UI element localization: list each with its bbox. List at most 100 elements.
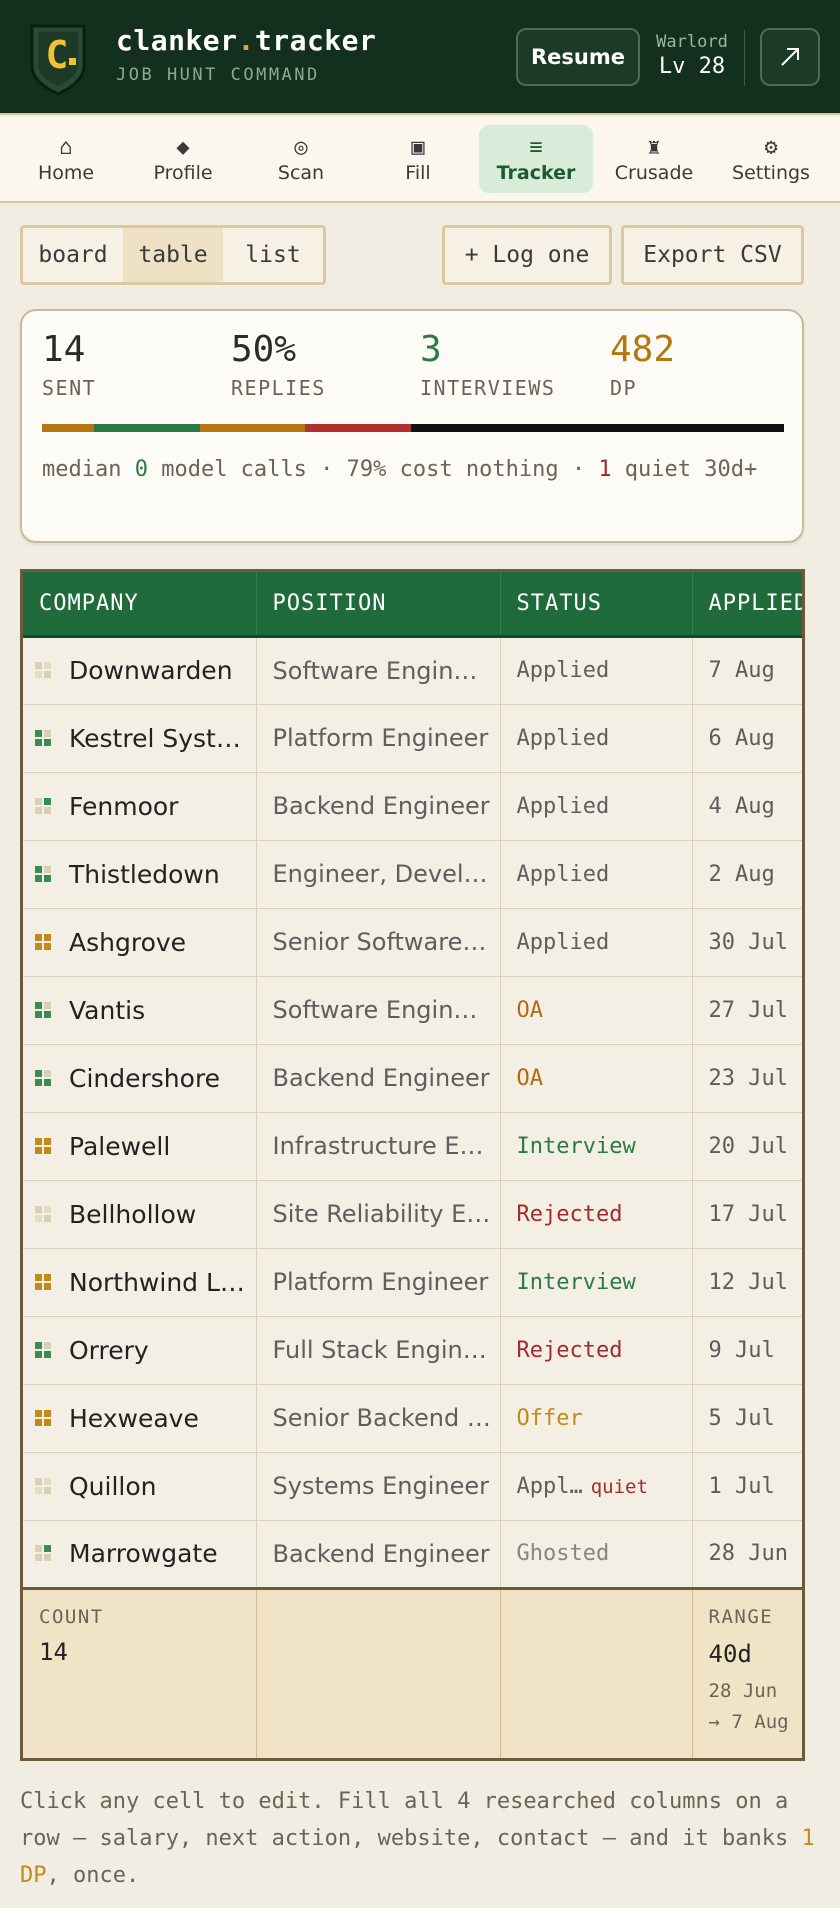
applied-date-cell[interactable]: 27 Jul bbox=[692, 976, 802, 1045]
company-cell[interactable]: Fenmoor bbox=[23, 772, 257, 841]
applied-date-cell[interactable]: 7 Aug bbox=[692, 636, 802, 705]
applied-date-cell[interactable]: 30 Jul bbox=[692, 908, 802, 977]
status-cell[interactable]: Rejected bbox=[500, 1316, 693, 1385]
position-cell[interactable]: Backend Engineer bbox=[256, 772, 501, 841]
status-label: Applied bbox=[516, 793, 610, 819]
applied-date-cell[interactable]: 12 Jul bbox=[692, 1248, 802, 1317]
status-cell[interactable]: OA bbox=[500, 1044, 693, 1113]
resume-button[interactable]: Resume bbox=[516, 28, 640, 86]
table-row[interactable]: Thistledown Engineer, Developer Applied 2 A… bbox=[23, 840, 802, 909]
nav-item-profile[interactable]: ◆ Profile bbox=[126, 125, 240, 193]
status-cell[interactable]: Applied bbox=[500, 840, 693, 909]
column-header-position[interactable]: POSITION bbox=[256, 572, 501, 638]
company-cell[interactable]: Northwind Labs bbox=[23, 1248, 257, 1317]
position-cell[interactable]: Senior Backend Engineer bbox=[256, 1384, 501, 1453]
status-marker-icon bbox=[35, 933, 53, 952]
position-cell[interactable]: Backend Engineer bbox=[256, 1520, 501, 1589]
status-cell[interactable]: Appl… quiet bbox=[500, 1452, 693, 1521]
table-row[interactable]: Hexweave Senior Backend Engineer Offer 5 Ju… bbox=[23, 1384, 802, 1453]
nav-item-label: Home bbox=[37, 162, 95, 184]
export-csv-button[interactable]: Export CSV bbox=[621, 225, 804, 285]
status-cell[interactable]: Applied bbox=[500, 704, 693, 773]
applied-date-cell[interactable]: 4 Aug bbox=[692, 772, 802, 841]
company-cell[interactable]: Cindershore bbox=[23, 1044, 257, 1113]
status-marker-icon bbox=[35, 1001, 53, 1020]
status-cell[interactable]: OA bbox=[500, 976, 693, 1045]
status-cell[interactable]: Applied bbox=[500, 908, 693, 977]
table-row[interactable]: Ashgrove Senior Software Engineer Applied 3… bbox=[23, 908, 802, 977]
status-marker-icon bbox=[35, 729, 53, 748]
position-cell[interactable]: Backend Engineer bbox=[256, 1044, 501, 1113]
company-cell[interactable]: Kestrel Systems bbox=[23, 704, 257, 773]
status-cell[interactable]: Ghosted bbox=[500, 1520, 693, 1589]
company-cell[interactable]: Downwarden bbox=[23, 636, 257, 705]
column-header-applied[interactable]: APPLIED bbox=[692, 572, 802, 638]
position-cell[interactable]: Full Stack Engineer bbox=[256, 1316, 501, 1385]
column-header-status[interactable]: STATUS bbox=[500, 572, 693, 638]
company-cell[interactable]: Thistledown bbox=[23, 840, 257, 909]
table-row[interactable]: Vantis Software Engineer OA 27 Jul bbox=[23, 976, 802, 1045]
applied-date-cell[interactable]: 23 Jul bbox=[692, 1044, 802, 1113]
table-row[interactable]: Kestrel Systems Platform Engineer Applied 6… bbox=[23, 704, 802, 773]
nav-item-tracker[interactable]: ≡ Tracker bbox=[479, 125, 593, 193]
position-cell[interactable]: Infrastructure Engineer bbox=[256, 1112, 501, 1181]
column-header-company[interactable]: COMPANY bbox=[23, 572, 257, 638]
applied-date-cell[interactable]: 6 Aug bbox=[692, 704, 802, 773]
company-cell[interactable]: Marrowgate bbox=[23, 1520, 257, 1589]
position-cell[interactable]: Engineer, Developer bbox=[256, 840, 501, 909]
applied-date-cell[interactable]: 9 Jul bbox=[692, 1316, 802, 1385]
position-cell[interactable]: Platform Engineer bbox=[256, 1248, 501, 1317]
company-cell[interactable]: Quillon bbox=[23, 1452, 257, 1521]
company-cell[interactable]: Ashgrove bbox=[23, 908, 257, 977]
position-cell[interactable]: Software Engineer bbox=[256, 976, 501, 1045]
company-cell[interactable]: Palewell bbox=[23, 1112, 257, 1181]
position-cell[interactable]: Software Engineer bbox=[256, 636, 501, 705]
table-row[interactable]: Downwarden Software Engineer Applied 7 Aug bbox=[23, 636, 802, 705]
status-cell[interactable]: Interview bbox=[500, 1112, 693, 1181]
view-option-list[interactable]: list bbox=[223, 228, 323, 282]
status-cell[interactable]: Rejected bbox=[500, 1180, 693, 1249]
view-option-board[interactable]: board bbox=[23, 228, 123, 282]
status-cell[interactable]: Applied bbox=[500, 636, 693, 705]
table-row[interactable]: Fenmoor Backend Engineer Applied 4 Aug bbox=[23, 772, 802, 841]
status-cell[interactable]: Applied bbox=[500, 772, 693, 841]
position-cell[interactable]: Systems Engineer bbox=[256, 1452, 501, 1521]
table-row[interactable]: Bellhollow Site Reliability Engineer Rejec… bbox=[23, 1180, 802, 1249]
table-row[interactable]: Palewell Infrastructure Engineer Interview… bbox=[23, 1112, 802, 1181]
company-cell[interactable]: Bellhollow bbox=[23, 1180, 257, 1249]
nav-item-crusade[interactable]: ♜ Crusade bbox=[597, 125, 711, 193]
company-name: Orrery bbox=[69, 1335, 149, 1365]
table-row[interactable]: Northwind Labs Platform Engineer Interview… bbox=[23, 1248, 802, 1317]
applied-date-cell[interactable]: 20 Jul bbox=[692, 1112, 802, 1181]
applied-date-cell[interactable]: 17 Jul bbox=[692, 1180, 802, 1249]
table-row[interactable]: Cindershore Backend Engineer OA 23 Jul bbox=[23, 1044, 802, 1113]
nav-item-label: Crusade bbox=[614, 162, 694, 184]
company-cell[interactable]: Hexweave bbox=[23, 1384, 257, 1453]
view-option-table[interactable]: table bbox=[123, 228, 223, 282]
applied-date-cell[interactable]: 5 Jul bbox=[692, 1384, 802, 1453]
nav-item-settings[interactable]: ⚙ Settings bbox=[714, 125, 828, 193]
nav-item-fill[interactable]: ▣ Fill bbox=[361, 125, 475, 193]
position-cell[interactable]: Platform Engineer bbox=[256, 704, 501, 773]
company-name: Northwind Labs bbox=[69, 1267, 256, 1297]
position-cell[interactable]: Site Reliability Engineer bbox=[256, 1180, 501, 1249]
applied-date-cell[interactable]: 1 Jul bbox=[692, 1452, 802, 1521]
status-cell[interactable]: Offer bbox=[500, 1384, 693, 1453]
list-icon: ≡ bbox=[529, 134, 543, 160]
applied-date-cell[interactable]: 2 Aug bbox=[692, 840, 802, 909]
rank-title: Warlord bbox=[656, 32, 728, 52]
table-row[interactable]: Marrowgate Backend Engineer Ghosted 28 Jun bbox=[23, 1520, 802, 1589]
open-external-button[interactable] bbox=[760, 28, 820, 86]
nav-item-scan[interactable]: ◎ Scan bbox=[244, 125, 358, 193]
table-row[interactable]: Quillon Systems Engineer Appl… quiet 1 Jul bbox=[23, 1452, 802, 1521]
applied-date-cell[interactable]: 28 Jun bbox=[692, 1520, 802, 1589]
company-cell[interactable]: Orrery bbox=[23, 1316, 257, 1385]
status-cell[interactable]: Interview bbox=[500, 1248, 693, 1317]
company-cell[interactable]: Vantis bbox=[23, 976, 257, 1045]
position-cell[interactable]: Senior Software Engineer bbox=[256, 908, 501, 977]
stat-interviews-label: INTERVIEWS bbox=[420, 376, 556, 400]
nav-item-home[interactable]: ⌂ Home bbox=[9, 125, 123, 193]
log-one-button[interactable]: + Log one bbox=[442, 225, 612, 285]
logo[interactable]: C bbox=[28, 22, 88, 96]
table-row[interactable]: Orrery Full Stack Engineer Rejected 9 Jul bbox=[23, 1316, 802, 1385]
